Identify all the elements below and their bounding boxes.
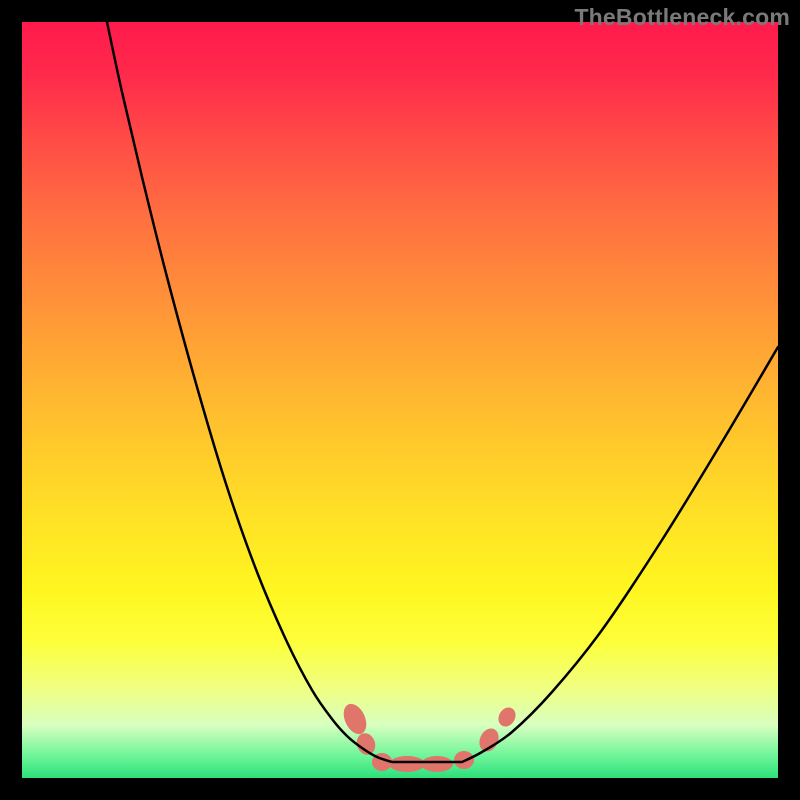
plot-area: [22, 22, 778, 778]
bottleneck-curve: [107, 22, 778, 762]
marker-dot: [389, 756, 425, 772]
watermark-text: TheBottleneck.com: [574, 4, 790, 31]
marker-dot: [421, 756, 453, 772]
marker-dot: [495, 704, 519, 729]
marker-dot: [476, 725, 502, 754]
curve-layer: [22, 22, 778, 778]
